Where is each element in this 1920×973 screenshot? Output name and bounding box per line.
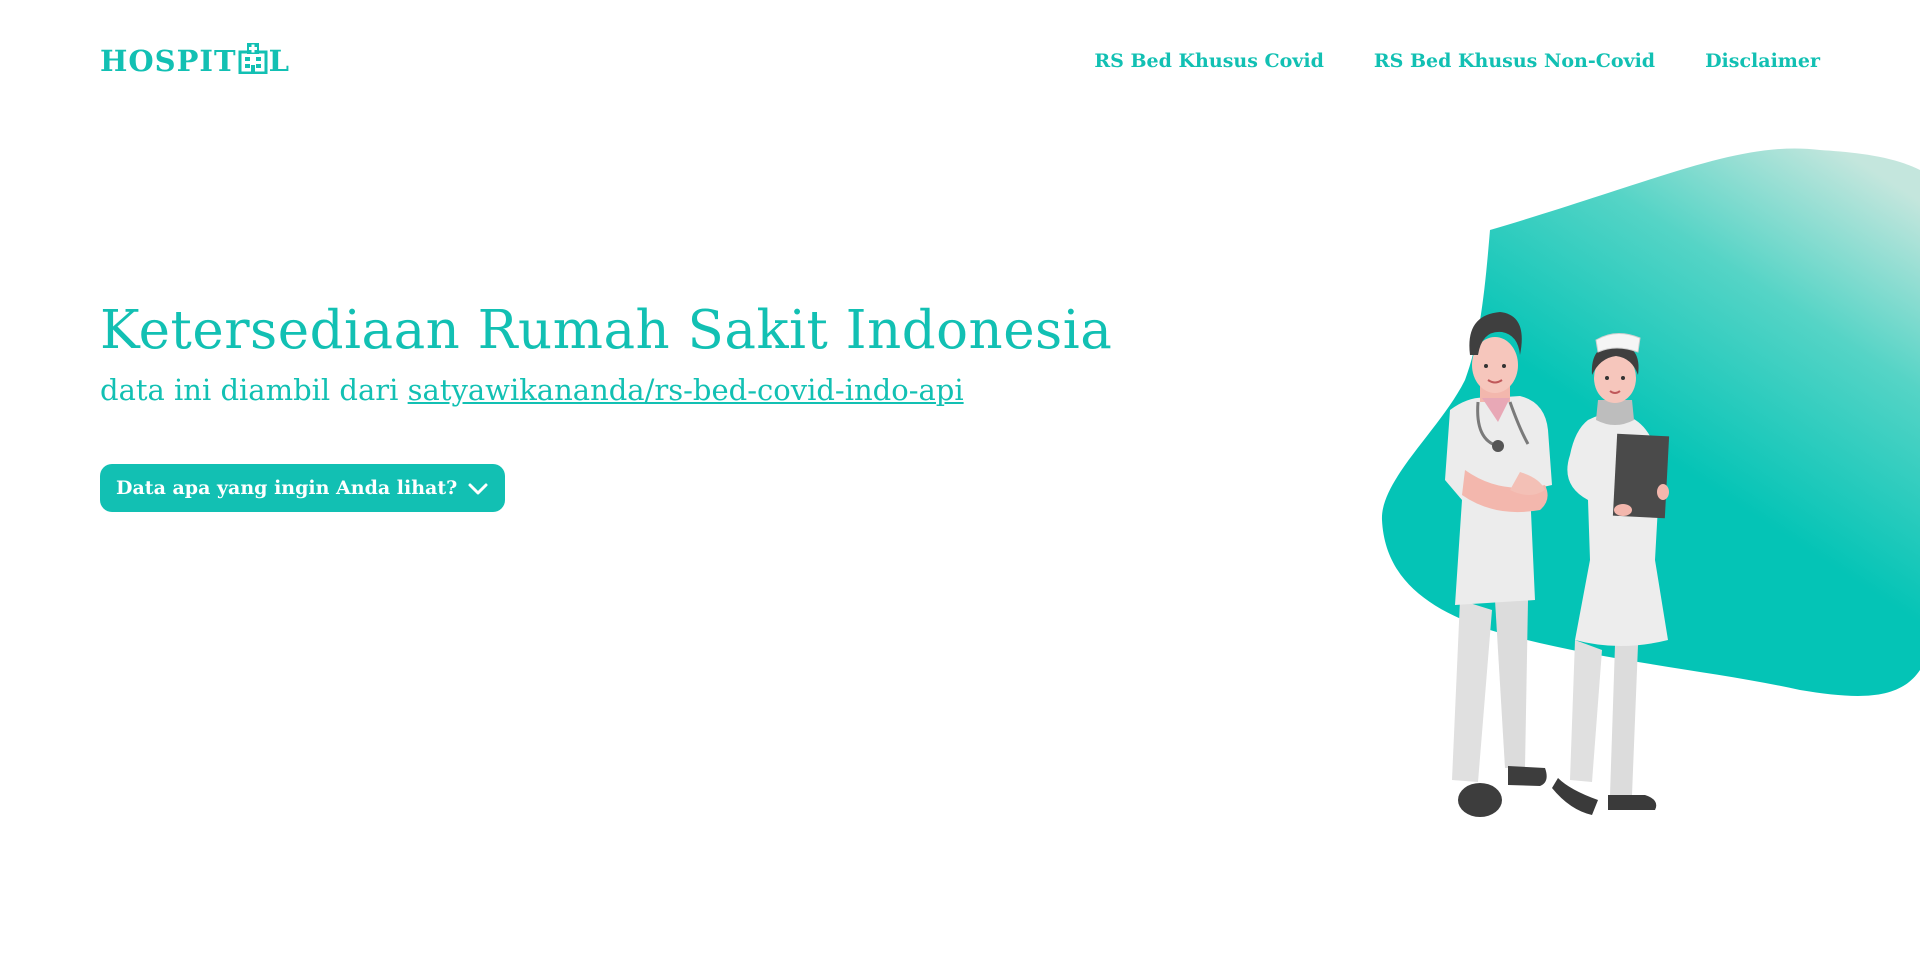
source-link[interactable]: satyawikananda/rs-bed-covid-indo-api	[408, 373, 964, 407]
nav-link-disclaimer[interactable]: Disclaimer	[1705, 50, 1820, 72]
medical-staff-illustration	[1370, 140, 1920, 840]
site-header: HOSPIT L RS Bed Khusus Covid RS Bed Khus	[0, 0, 1920, 125]
logo[interactable]: HOSPIT L	[100, 42, 290, 78]
nav-link-non-covid[interactable]: RS Bed Khusus Non-Covid	[1374, 50, 1655, 72]
dropdown-label: Data apa yang ingin Anda lihat?	[116, 477, 458, 499]
hospital-building-icon	[238, 42, 268, 75]
logo-text-right: L	[268, 44, 290, 78]
page-title: Ketersediaan Rumah Sakit Indonesia	[100, 300, 1113, 361]
nav-link-covid[interactable]: RS Bed Khusus Covid	[1094, 50, 1323, 72]
page: HOSPIT L RS Bed Khusus Covid RS Bed Khus	[0, 0, 1920, 973]
chevron-down-icon	[467, 481, 489, 495]
main-nav: RS Bed Khusus Covid RS Bed Khusus Non-Co…	[1094, 50, 1820, 72]
logo-text-left: HOSPIT	[100, 44, 237, 78]
data-select-dropdown[interactable]: Data apa yang ingin Anda lihat?	[100, 464, 505, 512]
hero-subtitle: data ini diambil dari satyawikananda/rs-…	[100, 373, 964, 407]
subtitle-prefix: data ini diambil dari	[100, 373, 408, 407]
